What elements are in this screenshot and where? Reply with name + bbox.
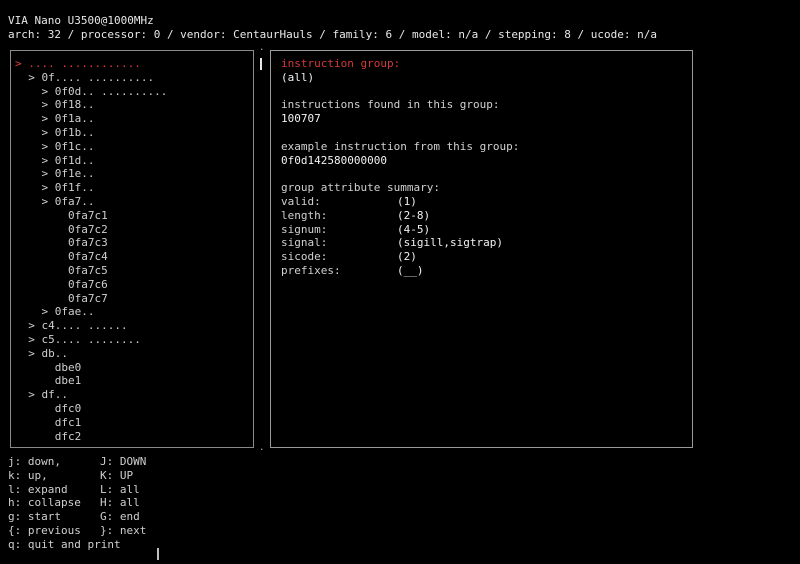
attribute-value: (4-5) [397,222,431,236]
instructions-found-title: instructions found in this group: [281,98,500,112]
help-row: q: quit and print [8,538,146,552]
attribute-row: valid: (1) [281,195,519,209]
attribute-key: signal: [281,236,328,250]
attribute-key: length: [281,208,328,222]
attribute-value: (2-8) [397,208,431,222]
help-row: l: expand L: all [8,483,146,497]
instruction-group-value: (all) [281,70,315,84]
help-key-secondary: K: UP [100,468,134,482]
tree-row[interactable]: dfc2 [15,430,167,444]
help-key-primary: h: collapse [8,496,81,510]
keybinding-help: j: down, J: DOWN k: up, K: UP l: expand L: al… [8,455,146,552]
tree-row[interactable]: > c5.... ........ [15,333,167,347]
tree-row[interactable]: > 0f1c.. [15,140,167,154]
help-row: j: down, J: DOWN [8,455,146,469]
help-key-secondary: J: DOWN [100,455,147,468]
attribute-value: (sigill,sigtrap) [397,236,503,250]
text-cursor [157,548,159,560]
help-key-primary: k: up, [8,468,48,482]
scroll-bottom-marker: . [259,443,265,453]
scroll-indicator[interactable] [260,58,262,70]
cpu-name: VIA Nano U3500@1000MHz [8,14,154,27]
instructions-found-value: 100707 [281,112,321,126]
help-key-primary: g: start [8,510,61,524]
tree-row[interactable]: dfc0 [15,402,167,416]
attribute-row: signum: (4-5) [281,223,519,237]
attribute-summary-title: group attribute summary: [281,181,440,195]
help-key-primary: q: quit and print [8,537,121,551]
cpu-info-line: arch: 32 / processor: 0 / vendor: Centau… [8,27,658,41]
attribute-value: (1) [397,194,417,208]
help-key-secondary: L: all [100,482,140,496]
attribute-row: length: (2-8) [281,209,519,223]
tree-row[interactable]: > 0fae.. [15,305,167,319]
help-key-primary: j: down, [8,455,61,468]
tree-row[interactable]: > 0f0d.. .......... [15,85,167,99]
attribute-row: prefixes: (__) [281,264,519,278]
help-key-primary: l: expand [8,482,68,496]
tree-row[interactable]: dbe1 [15,374,167,388]
tree-row[interactable]: > 0fa7.. [15,195,167,209]
tree-row[interactable]: 0fa7c3 [15,236,167,250]
help-row: {: previous }: next [8,524,146,538]
tree-row[interactable]: > 0f1a.. [15,112,167,126]
tree-row[interactable]: dbe0 [15,361,167,375]
attribute-key: signum: [281,222,328,236]
group-detail-panel: instruction group: (all) instructions fo… [270,50,693,448]
tree-row[interactable]: > 0f1e.. [15,167,167,181]
tree-row[interactable]: > df.. [15,388,167,402]
help-row: k: up, K: UP [8,469,146,483]
tree-row[interactable]: > 0f.... .......... [15,71,167,85]
attribute-row: sicode: (2) [281,250,519,264]
example-instruction-value: 0f0d142580000000 [281,153,387,167]
example-instruction-title: example instruction from this group: [281,139,520,153]
attribute-row: signal: (sigill,sigtrap) [281,236,519,250]
instruction-tree[interactable]: > .... ............ > 0f.... .......... … [15,57,167,443]
tree-row[interactable]: 0fa7c4 [15,250,167,264]
attribute-value: (__) [397,263,424,277]
tree-row[interactable]: 0fa7c2 [15,223,167,237]
help-key-secondary: }: next [100,523,147,537]
tree-row[interactable]: > 0f1d.. [15,154,167,168]
tree-row[interactable]: > 0f1f.. [15,181,167,195]
instruction-tree-panel[interactable]: > .... ............ > 0f.... .......... … [10,50,254,448]
tree-row[interactable]: > 0f1b.. [15,126,167,140]
tree-row[interactable]: 0fa7c5 [15,264,167,278]
attribute-summary-list: valid: (1) length: (2-8) signum: (4-5) signal:… [281,195,519,278]
help-row: g: start G: end [8,510,146,524]
attribute-value: (2) [397,250,417,264]
terminal-header: VIA Nano U3500@1000MHz arch: 32 / proces… [8,14,657,42]
tree-row[interactable]: > c4.... ...... [15,319,167,333]
help-row: h: collapse H: all [8,496,146,510]
help-key-secondary: G: end [100,510,140,524]
tree-row[interactable]: > db.. [15,347,167,361]
tree-row-selected[interactable]: > .... ............ [15,57,167,71]
scroll-top-marker: . [259,43,265,53]
attribute-key: prefixes: [281,263,341,277]
attribute-key: sicode: [281,250,328,264]
instruction-group-title: instruction group: [281,57,401,70]
tree-row[interactable]: 0fa7c7 [15,292,167,306]
attribute-key: valid: [281,194,321,208]
tree-row[interactable]: > 0f18.. [15,98,167,112]
tree-row[interactable]: dfc1 [15,416,167,430]
tree-row[interactable]: 0fa7c6 [15,278,167,292]
help-key-primary: {: previous [8,523,81,537]
tree-row[interactable]: 0fa7c1 [15,209,167,223]
help-key-secondary: H: all [100,496,140,510]
